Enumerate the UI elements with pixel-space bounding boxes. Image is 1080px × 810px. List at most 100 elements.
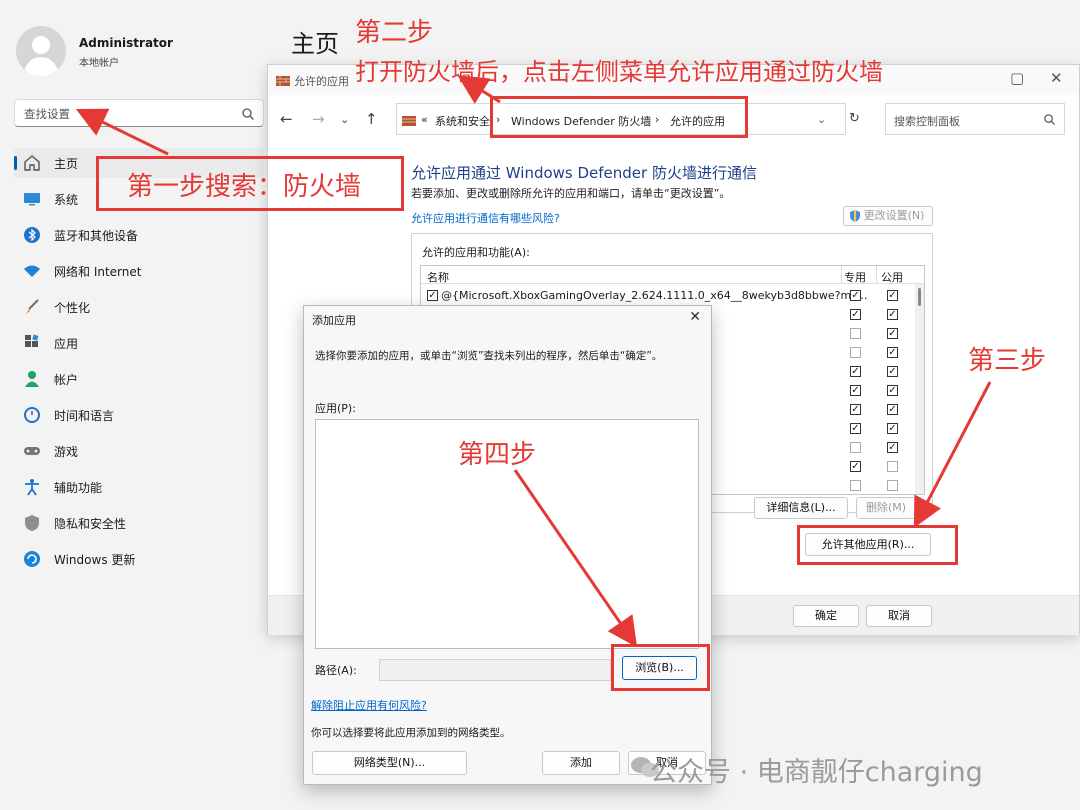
remove-button[interactable]: 删除(M) — [856, 497, 916, 519]
row-public-checkbox[interactable]: ✓ — [887, 423, 898, 434]
ok-button[interactable]: 确定 — [793, 605, 859, 627]
avatar[interactable] — [16, 26, 66, 76]
unblock-risk-link[interactable]: 解除阻止应用有何风险? — [311, 697, 427, 713]
row-public-checkbox[interactable]: ✓ — [887, 328, 898, 339]
firewall-icon — [276, 76, 290, 86]
sidebar-item-accounts[interactable]: 帐户 — [14, 364, 264, 394]
page-title: 主页 — [291, 30, 339, 58]
network-type-note: 你可以选择要将此应用添加到的网络类型。 — [311, 727, 511, 739]
annotation-box-step3 — [797, 525, 958, 565]
row-public-checkbox[interactable]: ✓ — [887, 309, 898, 320]
row-private-checkbox[interactable]: ✓ — [850, 290, 861, 301]
sidebar-item-bluetooth[interactable]: 蓝牙和其他设备 — [14, 220, 264, 250]
breadcrumb-overflow[interactable]: « — [421, 113, 428, 126]
change-settings-button[interactable]: 更改设置(N) — [843, 206, 933, 226]
row-private-checkbox[interactable] — [850, 328, 861, 339]
chevron-down-icon[interactable]: ⌄ — [817, 113, 826, 126]
sidebar-item-label: 隐私和安全性 — [54, 517, 127, 531]
column-public[interactable]: 公用 — [881, 269, 903, 285]
column-private[interactable]: 专用 — [844, 269, 866, 285]
sidebar-item-time-language[interactable]: 时间和语言 — [14, 400, 264, 430]
control-panel-icon — [402, 116, 416, 126]
refresh-icon[interactable]: ↻ — [849, 111, 860, 126]
sidebar-item-gaming[interactable]: 游戏 — [14, 436, 264, 466]
sidebar-item-network[interactable]: 网络和 Internet — [14, 256, 264, 286]
apps-label: 应用(P): — [315, 402, 356, 415]
change-settings-label: 更改设置(N) — [863, 209, 925, 222]
sidebar-item-label: 应用 — [54, 337, 79, 351]
uac-shield-icon — [850, 210, 860, 222]
details-button[interactable]: 详细信息(L)... — [754, 497, 848, 519]
sidebar-item-personalization[interactable]: 个性化 — [14, 292, 264, 322]
row-private-checkbox[interactable]: ✓ — [850, 385, 861, 396]
breadcrumb-system-security[interactable]: 系统和安全 — [435, 113, 490, 129]
home-icon — [24, 155, 40, 171]
cancel-button[interactable]: 取消 — [866, 605, 932, 627]
row-public-checkbox[interactable]: ✓ — [887, 290, 898, 301]
user-name: Administrator — [79, 36, 173, 50]
path-input[interactable] — [379, 659, 611, 681]
row-app-name: @{Microsoft.XboxGamingOverlay_2.624.1111… — [441, 289, 868, 302]
row-public-checkbox[interactable]: ✓ — [887, 385, 898, 396]
list-header: 名称 专用 公用 — [421, 266, 924, 284]
sidebar-item-label: 系统 — [54, 193, 79, 207]
annotation-step3: 第三步 — [968, 346, 1047, 376]
path-label: 路径(A): — [315, 664, 357, 677]
settings-search-input[interactable]: 查找设置 — [14, 99, 264, 127]
sidebar-item-label: 时间和语言 — [54, 409, 115, 423]
watermark: 公众号 · 电商靓仔charging — [650, 757, 983, 788]
sidebar-item-privacy[interactable]: 隐私和安全性 — [14, 508, 264, 538]
row-private-checkbox[interactable] — [850, 480, 861, 491]
row-public-checkbox[interactable]: ✓ — [887, 404, 898, 415]
row-private-checkbox[interactable] — [850, 442, 861, 453]
sidebar-item-label: 辅助功能 — [54, 481, 103, 495]
row-private-checkbox[interactable]: ✓ — [850, 366, 861, 377]
sidebar-item-label: Windows 更新 — [54, 553, 136, 567]
add-button[interactable]: 添加 — [542, 751, 620, 775]
row-public-checkbox[interactable]: ✓ — [887, 347, 898, 358]
forward-arrow-icon[interactable]: → — [312, 110, 325, 128]
group-label: 允许的应用和功能(A): — [422, 246, 530, 259]
search-placeholder: 搜索控制面板 — [894, 115, 960, 128]
chevron-down-icon[interactable]: ⌄ — [340, 113, 349, 126]
sidebar-item-label: 主页 — [54, 157, 79, 171]
wifi-icon — [24, 265, 40, 277]
network-type-button[interactable]: 网络类型(N)... — [312, 751, 467, 775]
annotation-step2-text: 打开防火墙后，点击左侧菜单允许应用通过防火墙 — [355, 58, 883, 86]
table-row[interactable]: ✓ @{Microsoft.XboxGamingOverlay_2.624.111… — [421, 286, 924, 305]
up-arrow-icon[interactable]: ↑ — [365, 110, 378, 128]
sidebar-item-label: 游戏 — [54, 445, 79, 459]
clock-globe-icon — [24, 407, 40, 423]
control-panel-search-input[interactable]: 搜索控制面板 — [885, 103, 1065, 135]
row-private-checkbox[interactable]: ✓ — [850, 309, 861, 320]
row-public-checkbox[interactable]: ✓ — [887, 366, 898, 377]
close-icon[interactable]: ✕ — [1050, 69, 1063, 87]
column-name[interactable]: 名称 — [427, 269, 449, 285]
sidebar-item-label: 帐户 — [54, 373, 79, 387]
annotation-box-step4 — [611, 644, 710, 691]
row-private-checkbox[interactable]: ✓ — [850, 461, 861, 472]
sidebar-item-accessibility[interactable]: 辅助功能 — [14, 472, 264, 502]
row-private-checkbox[interactable] — [850, 347, 861, 358]
person-icon — [25, 371, 39, 387]
sidebar-item-label: 个性化 — [54, 301, 91, 315]
page-heading: 允许应用通过 Windows Defender 防火墙进行通信 — [411, 164, 757, 182]
list-scrollbar[interactable] — [915, 284, 924, 494]
close-icon[interactable]: ✕ — [689, 309, 701, 325]
brush-icon — [26, 299, 39, 314]
row-public-checkbox[interactable] — [887, 461, 898, 472]
gamepad-icon — [24, 447, 40, 455]
row-public-checkbox[interactable] — [887, 480, 898, 491]
annotation-step4: 第四步 — [458, 440, 537, 470]
search-placeholder: 查找设置 — [24, 107, 70, 121]
sidebar-item-windows-update[interactable]: Windows 更新 — [14, 544, 264, 574]
maximize-icon[interactable]: ▢ — [1010, 69, 1024, 87]
row-enabled-checkbox[interactable]: ✓ — [427, 290, 438, 301]
row-private-checkbox[interactable]: ✓ — [850, 423, 861, 434]
back-arrow-icon[interactable]: ← — [280, 110, 293, 128]
risk-link[interactable]: 允许应用进行通信有哪些风险? — [411, 210, 560, 226]
row-private-checkbox[interactable]: ✓ — [850, 404, 861, 415]
shield-icon — [25, 515, 39, 531]
row-public-checkbox[interactable]: ✓ — [887, 442, 898, 453]
sidebar-item-apps[interactable]: 应用 — [14, 328, 264, 358]
